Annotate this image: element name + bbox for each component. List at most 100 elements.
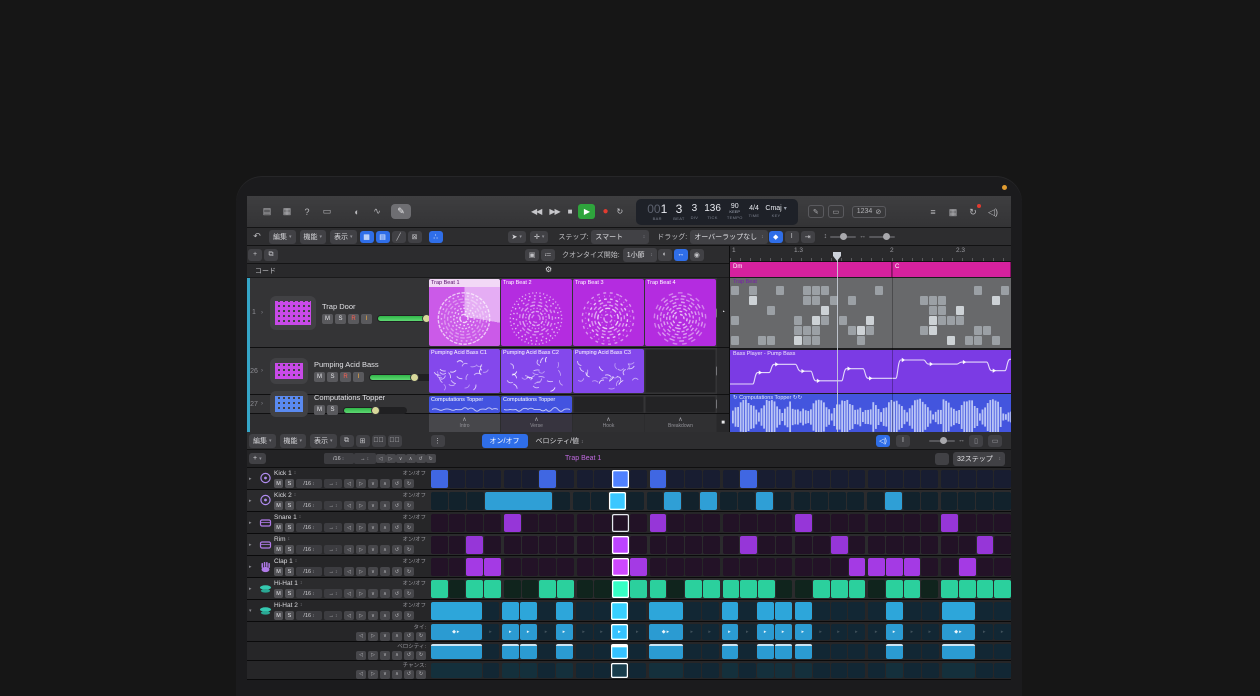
- step-cell-off[interactable]: ▸: [904, 624, 921, 640]
- editors-icon[interactable]: ▭: [319, 204, 335, 220]
- step-cell-on[interactable]: [886, 602, 903, 620]
- step-cell-on[interactable]: [775, 602, 792, 620]
- step-cell-off[interactable]: [591, 492, 608, 510]
- step-cell-off[interactable]: [922, 663, 939, 678]
- step-cell-on[interactable]: [703, 580, 720, 598]
- step-cell-off[interactable]: [630, 536, 647, 554]
- edit-menu[interactable]: 編集▾: [269, 230, 296, 244]
- step-cell-off[interactable]: [776, 580, 793, 598]
- s-button[interactable]: S: [335, 314, 346, 324]
- step-cell-on[interactable]: [977, 536, 994, 554]
- step-cell-off[interactable]: [557, 536, 574, 554]
- step-cell-on[interactable]: [994, 580, 1011, 598]
- step-cell-off[interactable]: [522, 536, 539, 554]
- row-reorder-icon[interactable]: ↕: [294, 470, 297, 476]
- step-cell-on[interactable]: [556, 602, 573, 620]
- step-cell-on[interactable]: [466, 558, 483, 576]
- row-division-field[interactable]: /16↕: [296, 567, 322, 576]
- step-cell-off[interactable]: [466, 470, 483, 488]
- step-cell-on[interactable]: [722, 602, 739, 620]
- step-cell-on[interactable]: ◆▸: [942, 624, 976, 640]
- step-cell-off[interactable]: [504, 470, 521, 488]
- step-cell-on[interactable]: [502, 663, 519, 678]
- step-cell-off[interactable]: [976, 602, 993, 620]
- functions-menu[interactable]: 機能▾: [300, 230, 327, 244]
- step-cell-on[interactable]: [612, 536, 629, 554]
- step-cell-off[interactable]: [739, 602, 756, 620]
- step-cell-off[interactable]: [758, 558, 775, 576]
- row-rotate-fwd-button[interactable]: ↻: [416, 632, 426, 641]
- row-nudge-left-button[interactable]: ◁: [344, 479, 354, 488]
- chord-segment[interactable]: Dm: [730, 262, 892, 277]
- edit-mode-icon[interactable]: I: [896, 435, 910, 447]
- step-cell-on[interactable]: [868, 558, 885, 576]
- step-cell-off[interactable]: [538, 602, 555, 620]
- step-cell-off[interactable]: [594, 536, 611, 554]
- step-cell-off[interactable]: [941, 492, 958, 510]
- step-cell-off[interactable]: [594, 514, 611, 532]
- step-cell-on[interactable]: [520, 663, 537, 678]
- row-disclosure-icon[interactable]: ▸: [249, 468, 257, 489]
- step-cell-on[interactable]: [775, 663, 792, 678]
- more-icon[interactable]: ⋮: [431, 435, 445, 447]
- step-cell-on[interactable]: [556, 663, 573, 678]
- musical-typing-icon[interactable]: ▦: [945, 204, 961, 220]
- step-cell-off[interactable]: [758, 536, 775, 554]
- loop-cell[interactable]: Trap Beat 3: [573, 279, 644, 346]
- step-cell-on[interactable]: [959, 558, 976, 576]
- step-cell-on[interactable]: [942, 663, 976, 678]
- row-nudge-left-button[interactable]: ◁: [356, 670, 366, 679]
- step-cell-off[interactable]: [577, 558, 594, 576]
- step-cell-off[interactable]: [977, 558, 994, 576]
- row-increase-button[interactable]: ∧: [392, 651, 402, 660]
- row-decrease-button[interactable]: ∨: [368, 589, 378, 598]
- step-cell-on[interactable]: [757, 663, 774, 678]
- step-cell-on[interactable]: [886, 663, 903, 678]
- step-cell-off[interactable]: [776, 470, 793, 488]
- step-cell-off[interactable]: ▸: [868, 624, 885, 640]
- track-disclosure-icon[interactable]: ›: [261, 395, 270, 413]
- step-cell-on[interactable]: [557, 580, 574, 598]
- step-cell-off[interactable]: ▸: [976, 624, 993, 640]
- tab-velocity-value[interactable]: ベロシティ/値 ↕: [528, 434, 592, 448]
- step-cell-off[interactable]: [431, 558, 448, 576]
- row-nudge-left-button[interactable]: ◁: [344, 567, 354, 576]
- step-cell-off[interactable]: [921, 558, 938, 576]
- loops-icon[interactable]: ◐: [349, 204, 365, 220]
- step-cell-on[interactable]: [431, 580, 448, 598]
- tuner-button[interactable]: ✎: [808, 205, 824, 218]
- step-cell-off[interactable]: [702, 663, 719, 678]
- step-cell-off[interactable]: [994, 602, 1011, 620]
- list-editors-icon[interactable]: ≡: [925, 204, 941, 220]
- step-cell-on[interactable]: [649, 602, 683, 620]
- row-increment-field[interactable]: →↕: [324, 523, 342, 532]
- step-cell-on[interactable]: [831, 580, 848, 598]
- expand-cells-button[interactable]: ↔: [674, 249, 688, 261]
- track-disclosure-icon[interactable]: ›: [261, 348, 270, 394]
- step-cell-off[interactable]: [976, 663, 993, 678]
- row-decrease-button[interactable]: ∨: [368, 501, 378, 510]
- step-cell-off[interactable]: ▸: [848, 624, 865, 640]
- step-cell-off[interactable]: [994, 644, 1011, 659]
- step-cell-on[interactable]: [630, 580, 647, 598]
- step-cell-off[interactable]: [868, 470, 885, 488]
- step-cell-off[interactable]: [774, 492, 791, 510]
- row-reorder-icon[interactable]: ↕: [300, 602, 303, 608]
- step-cell-off[interactable]: [868, 644, 885, 659]
- draw-tool-icon[interactable]: ╱: [392, 231, 406, 243]
- volume-slider[interactable]: [369, 374, 433, 381]
- step-cell-on[interactable]: [886, 644, 903, 659]
- step-cell-off[interactable]: [831, 644, 848, 659]
- step-cell-on[interactable]: [723, 580, 740, 598]
- row-increment-field[interactable]: →↕: [324, 567, 342, 576]
- step-cell-off[interactable]: [994, 558, 1011, 576]
- row-decrease-button[interactable]: ∨: [368, 611, 378, 620]
- m-button[interactable]: M: [314, 405, 325, 415]
- step-cell-off[interactable]: [922, 602, 939, 620]
- step-cell-off[interactable]: [703, 536, 720, 554]
- row-nudge-right-button[interactable]: ▷: [356, 479, 366, 488]
- step-cell-on[interactable]: [431, 602, 482, 620]
- row-decrease-button[interactable]: ∨: [380, 651, 390, 660]
- step-cell-off[interactable]: ▸: [813, 624, 830, 640]
- step-cell-off[interactable]: [959, 514, 976, 532]
